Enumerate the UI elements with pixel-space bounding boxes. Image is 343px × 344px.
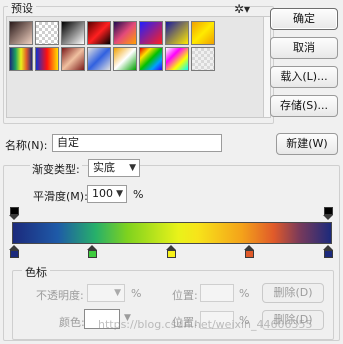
delete-opacity-stop-button[interactable]: 删除(D) [262,283,324,303]
preset-swatch[interactable] [35,47,59,71]
color-stop-swatch [9,250,19,258]
preset-swatch[interactable] [191,21,215,45]
opacity-select[interactable]: ▼ [87,284,125,302]
smoothness-value: 100 [92,187,113,200]
preset-swatch[interactable] [9,47,33,71]
color-label: 颜色: [59,316,85,329]
color-stop-swatch [244,250,254,258]
opacity-stop-swatch [323,207,333,215]
smoothness-label: 平滑度(M): [33,190,88,203]
name-label: 名称(N): [5,139,48,152]
preset-swatch[interactable] [165,47,189,71]
preset-swatch[interactable] [191,47,215,71]
color-stop-1[interactable] [9,245,19,259]
color-stop-swatch [166,250,176,258]
preset-swatch[interactable] [61,21,85,45]
gradient-type-value: 实底 [93,161,115,174]
stop-pointer-icon [323,215,333,220]
smoothness-select[interactable]: 100 ▼ [87,185,127,203]
gear-icon[interactable]: ✲▾ [234,2,250,16]
preset-swatch[interactable] [165,21,189,45]
preset-swatch[interactable] [9,21,33,45]
opacity-location-label: 位置: [172,289,198,302]
preset-swatch[interactable] [87,21,111,45]
preset-swatch[interactable] [61,47,85,71]
gradient-type-select[interactable]: 实底 ▼ [88,159,140,177]
presets-title: 预设 [8,0,36,16]
opacity-stop-right[interactable] [323,207,333,221]
gradient-type-label: 渐变类型: [30,161,82,177]
opacity-location-input[interactable] [200,284,234,302]
save-button[interactable]: 存储(S)... [270,95,338,117]
chevron-down-icon: ▼ [116,189,123,199]
name-input[interactable]: 自定 [52,134,222,152]
chevron-down-icon: ▼ [114,288,121,298]
preset-swatch[interactable] [87,47,111,71]
chevron-down-icon: ▼ [129,163,136,173]
load-button[interactable]: 载入(L)... [270,66,338,88]
new-button[interactable]: 新建(W) [276,133,338,155]
color-stops-title: 色标 [22,264,50,280]
stop-pointer-icon [9,215,19,220]
cancel-button[interactable]: 取消 [270,37,338,59]
preset-swatch[interactable] [113,21,137,45]
preset-swatch[interactable] [113,47,137,71]
color-stop-3[interactable] [166,245,176,259]
preset-swatch[interactable] [139,21,163,45]
color-stop-5[interactable] [323,245,333,259]
color-stop-swatch [87,250,97,258]
color-stop-swatch [323,250,333,258]
opacity-location-unit: % [239,287,250,300]
color-stop-2[interactable] [87,245,97,259]
opacity-stop-swatch [9,207,19,215]
color-stop-4[interactable] [244,245,254,259]
watermark: https://blog.csdn.net/weixin_44606355 [98,318,313,331]
gradient-preview-bar[interactable] [12,222,332,244]
preset-swatch[interactable] [35,21,59,45]
opacity-unit: % [131,287,142,300]
ok-button[interactable]: 确定 [270,8,338,30]
opacity-stop-left[interactable] [9,207,19,221]
preset-swatch[interactable] [139,47,163,71]
opacity-label: 不透明度: [36,289,84,302]
smoothness-unit: % [133,188,144,201]
